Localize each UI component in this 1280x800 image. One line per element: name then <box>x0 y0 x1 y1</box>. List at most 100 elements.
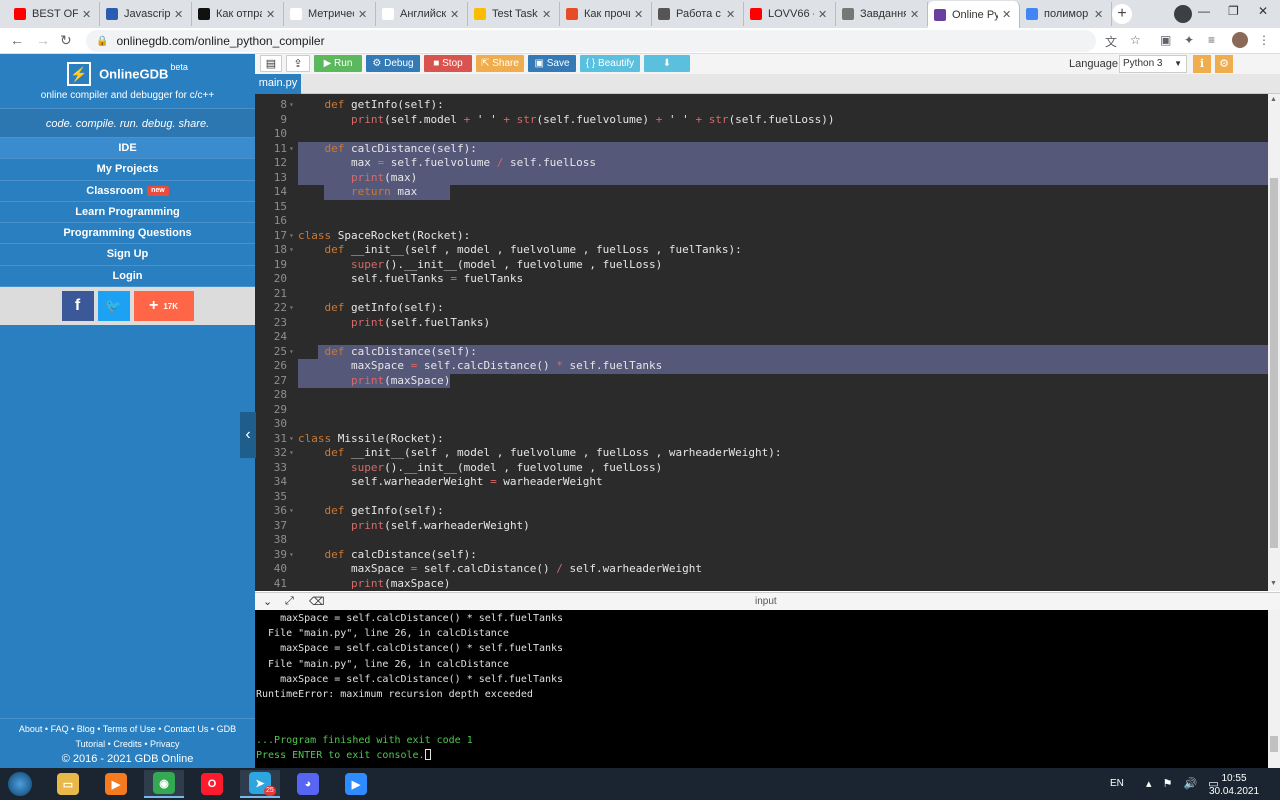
new-file-icon[interactable]: ▤ <box>260 55 282 72</box>
browser-tab[interactable]: BEST OF S ✕ <box>8 2 100 26</box>
fold-arrow-icon[interactable]: ▾ <box>289 432 294 447</box>
input-language[interactable]: EN <box>1110 778 1124 789</box>
browser-tab[interactable]: Javascript ✕ <box>100 2 192 26</box>
clock[interactable]: 10:55 30.04.2021 <box>1206 772 1262 798</box>
tab-main-py[interactable]: main.py <box>255 74 301 94</box>
footer-links-2[interactable]: Tutorial • Credits • Privacy <box>0 737 255 752</box>
browser-tab[interactable]: Test Tasks ✕ <box>468 2 560 26</box>
sidebar-item-login[interactable]: Login <box>0 266 255 288</box>
address-bar[interactable]: 🔒 onlinegdb.com/online_python_compiler <box>86 30 1096 52</box>
fold-arrow-icon[interactable]: ▾ <box>289 229 294 244</box>
code-line[interactable]: 16 <box>255 214 1268 229</box>
info-icon[interactable]: ℹ <box>1193 55 1211 73</box>
close-tab-icon[interactable]: ✕ <box>358 8 367 21</box>
close-tab-icon[interactable]: ✕ <box>818 8 827 21</box>
code-line[interactable]: 39 ▾ def calcDistance(self): <box>255 548 1268 563</box>
close-tab-icon[interactable]: ✕ <box>910 8 919 21</box>
code-line[interactable]: 19 super().__init__(model , fuelvolume ,… <box>255 258 1268 273</box>
browser-tab[interactable]: Завдання ✕ <box>836 2 928 26</box>
browser-tab[interactable]: Английск ✕ <box>376 2 468 26</box>
beautify-button[interactable]: { } Beautify <box>580 55 640 72</box>
fold-arrow-icon[interactable]: ▾ <box>289 301 294 316</box>
taskbar-app[interactable]: ◉ <box>144 770 184 798</box>
code-line[interactable]: 14 return max <box>255 185 1268 200</box>
share-count-button[interactable]: +17K <box>133 291 194 322</box>
code-line[interactable]: 17 ▾ class SpaceRocket(Rocket): <box>255 229 1268 244</box>
upload-icon[interactable]: ⇪ <box>286 55 310 72</box>
start-button[interactable] <box>8 772 32 796</box>
code-line[interactable]: 26 maxSpace = self.calcDistance() * self… <box>255 359 1268 374</box>
code-line[interactable]: 11 ▾ def calcDistance(self): <box>255 141 1268 156</box>
extension-icon[interactable]: ▣ <box>1160 33 1171 47</box>
code-line[interactable]: 35 <box>255 490 1268 505</box>
code-line[interactable]: 28 <box>255 388 1268 403</box>
brand-name[interactable]: OnlineGDB <box>99 67 168 82</box>
code-line[interactable]: 40 maxSpace = self.calcDistance() / self… <box>255 562 1268 577</box>
code-line[interactable]: 13 print(max) <box>255 170 1268 185</box>
back-icon[interactable]: ← <box>10 32 24 48</box>
maximize-icon[interactable]: ❐ <box>1228 4 1239 18</box>
bookmark-star-icon[interactable]: ☆ <box>1130 33 1141 47</box>
code-line[interactable]: 33 super().__init__(model , fuelvolume ,… <box>255 461 1268 476</box>
settings-gear-icon[interactable]: ⚙ <box>1215 55 1233 73</box>
code-line[interactable]: 12 max = self.fuelvolume / self.fuelLoss <box>255 156 1268 171</box>
close-tab-icon[interactable]: ✕ <box>174 8 183 21</box>
code-line[interactable]: 25 ▾ def calcDistance(self): <box>255 344 1268 360</box>
code-line[interactable]: 41 print(maxSpace) <box>255 577 1268 592</box>
output-console[interactable]: maxSpace = self.calcDistance() * self.fu… <box>255 610 1268 768</box>
fold-arrow-icon[interactable]: ▾ <box>289 98 294 113</box>
puzzle-icon[interactable]: ✦ <box>1184 33 1194 47</box>
editor-scrollbar[interactable]: ▲ ▼ <box>1268 94 1280 591</box>
browser-tab[interactable]: Работа с с ✕ <box>652 2 744 26</box>
save-button[interactable]: ▣ Save <box>528 55 576 72</box>
code-line[interactable]: 22 ▾ def getInfo(self): <box>255 301 1268 316</box>
share-button[interactable]: ⇱ Share <box>476 55 524 72</box>
fold-arrow-icon[interactable]: ▾ <box>289 504 294 519</box>
fold-arrow-icon[interactable]: ▾ <box>289 243 294 258</box>
code-line[interactable]: 27 print(maxSpace) <box>255 373 1268 388</box>
browser-tab[interactable]: полимор ✕ <box>1020 2 1112 26</box>
translate-icon[interactable]: 文 <box>1105 33 1117 50</box>
facebook-icon[interactable]: f <box>61 291 94 322</box>
run-button[interactable]: ▶ Run <box>314 55 362 72</box>
avatar[interactable] <box>1232 32 1248 48</box>
code-line[interactable]: 9 print(self.model + ' ' + str(self.fuel… <box>255 113 1268 128</box>
code-editor[interactable]: 8 ▾ def getInfo(self): 9 print(self.model … <box>255 94 1268 591</box>
sidebar-item-learn-programming[interactable]: Learn Programming <box>0 202 255 224</box>
scroll-up-icon[interactable]: ▲ <box>1270 96 1277 103</box>
close-tab-icon[interactable]: ✕ <box>1002 8 1011 21</box>
sidebar-item-classroom[interactable]: Classroom new <box>0 181 255 202</box>
fold-arrow-icon[interactable]: ▾ <box>289 345 294 360</box>
console-scroll-thumb[interactable] <box>1270 736 1278 752</box>
code-line[interactable]: 15 <box>255 200 1268 215</box>
new-tab-button[interactable]: + <box>1112 4 1132 24</box>
close-tab-icon[interactable]: ✕ <box>634 8 643 21</box>
taskbar-app[interactable]: ▶ <box>96 770 136 798</box>
language-select[interactable]: Python 3 ▼ <box>1119 55 1187 73</box>
code-line[interactable]: 20 self.fuelTanks = fuelTanks <box>255 272 1268 287</box>
code-line[interactable]: 24 <box>255 330 1268 345</box>
close-tab-icon[interactable]: ✕ <box>82 8 91 21</box>
reload-icon[interactable]: ↻ <box>60 32 72 49</box>
browser-tab[interactable]: Как отпра ✕ <box>192 2 284 26</box>
download-button[interactable]: ⬇ <box>644 55 690 72</box>
footer-links[interactable]: About • FAQ • Blog • Terms of Use • Cont… <box>0 722 255 737</box>
code-line[interactable]: 38 <box>255 533 1268 548</box>
code-line[interactable]: 30 <box>255 417 1268 432</box>
code-line[interactable]: 21 <box>255 287 1268 302</box>
sidebar-item-ide[interactable]: IDE <box>0 138 255 160</box>
scroll-down-icon[interactable]: ▼ <box>1270 580 1277 587</box>
code-line[interactable]: 36 ▾ def getInfo(self): <box>255 504 1268 519</box>
taskbar-app[interactable]: ▶ <box>336 770 376 798</box>
clear-console-icon[interactable]: ⌫ <box>309 595 325 608</box>
editor-scroll-thumb[interactable] <box>1270 178 1278 548</box>
code-line[interactable]: 34 self.warheaderWeight = warheaderWeigh… <box>255 475 1268 490</box>
browser-tab[interactable]: Как прочи ✕ <box>560 2 652 26</box>
debug-button[interactable]: ⚙ Debug <box>366 55 420 72</box>
sidebar-item-sign-up[interactable]: Sign Up <box>0 244 255 266</box>
taskbar-app[interactable]: ◕ <box>288 770 328 798</box>
collapse-console-icon[interactable]: ⌄ <box>263 595 272 608</box>
close-tab-icon[interactable]: ✕ <box>450 8 459 21</box>
code-line[interactable]: 23 print(self.fuelTanks) <box>255 316 1268 331</box>
console-scrollbar[interactable] <box>1268 610 1280 768</box>
